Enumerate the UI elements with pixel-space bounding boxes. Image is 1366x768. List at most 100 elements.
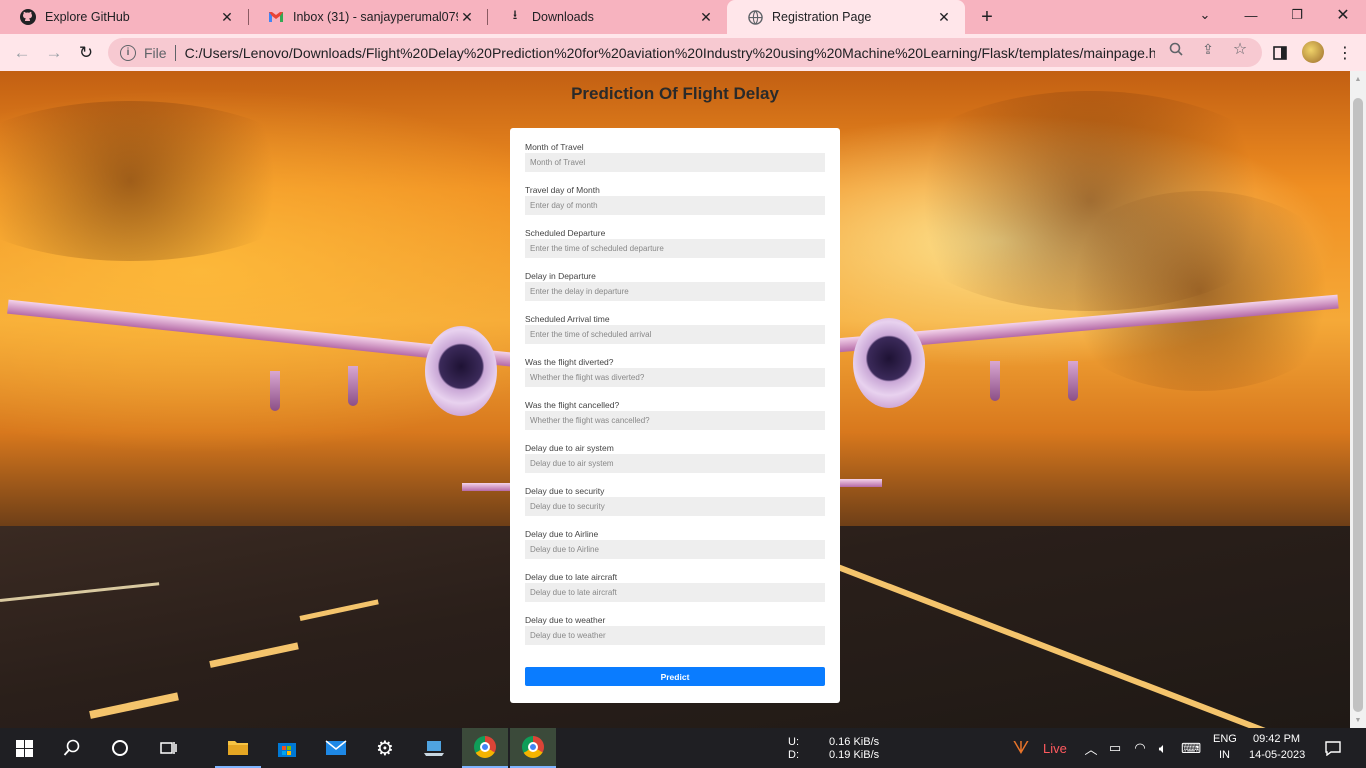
tab-downloads[interactable]: ⭳ Downloads ✕ — [487, 0, 727, 34]
close-icon[interactable]: ✕ — [935, 8, 953, 26]
windows-start-icon[interactable] — [1, 728, 47, 768]
chrome-app-icon[interactable] — [462, 728, 508, 768]
reload-icon[interactable]: ↻ — [73, 40, 99, 66]
address-bar[interactable]: i File C:/Users/Lenovo/Downloads/Flight%… — [108, 38, 1262, 67]
flight-delay-form: Month of Travel Travel day of Month Sche… — [510, 128, 840, 703]
airline-delay-input[interactable] — [525, 540, 825, 559]
browser-toolbar: ← → ↻ i File C:/Users/Lenovo/Downloads/F… — [0, 34, 1366, 71]
task-view-icon[interactable] — [145, 728, 191, 768]
tab-search-chevron-icon[interactable]: ⌄ — [1182, 0, 1228, 30]
info-icon[interactable]: i — [120, 44, 136, 61]
keyboard-icon[interactable]: ⌨ — [1178, 728, 1204, 768]
scrollbar-thumb[interactable] — [1353, 98, 1363, 712]
close-icon[interactable]: ✕ — [218, 8, 236, 26]
microsoft-store-icon[interactable] — [264, 728, 310, 768]
cancelled-input[interactable] — [525, 411, 825, 430]
side-panel-icon[interactable] — [1270, 43, 1290, 63]
close-icon[interactable]: ✕ — [458, 8, 476, 26]
restore-button[interactable]: ❐ — [1274, 0, 1320, 30]
field-airline-delay: Delay due to Airline — [525, 529, 825, 572]
scroll-up-arrow-icon[interactable]: ▲ — [1350, 71, 1366, 87]
weather-delay-input[interactable] — [525, 626, 825, 645]
tab-strip: Explore GitHub ✕ Inbox (31) - sanjayperu… — [0, 0, 1366, 34]
tab-title: Explore GitHub — [45, 10, 130, 24]
close-icon[interactable]: ✕ — [697, 8, 715, 26]
airplane-engine — [853, 318, 925, 408]
mail-icon[interactable] — [313, 728, 359, 768]
upload-label: U: — [788, 736, 799, 748]
profile-avatar[interactable] — [1302, 41, 1324, 63]
tab-explore-github[interactable]: Explore GitHub ✕ — [0, 0, 248, 34]
new-tab-button[interactable]: + — [976, 6, 998, 28]
tab-registration-page[interactable]: Registration Page ✕ — [727, 0, 965, 34]
minimize-button[interactable]: — — [1228, 0, 1274, 30]
clock-date[interactable]: 14-05-2023 — [1249, 749, 1305, 761]
air-system-delay-input[interactable] — [525, 454, 825, 473]
url-text[interactable]: C:/Users/Lenovo/Downloads/Flight%20Delay… — [185, 45, 1155, 61]
security-delay-input[interactable] — [525, 497, 825, 516]
field-label: Delay due to weather — [525, 615, 606, 625]
tab-gmail-inbox[interactable]: Inbox (31) - sanjayperumal079@ ✕ — [248, 0, 488, 34]
month-of-travel-input[interactable] — [525, 153, 825, 172]
chrome-logo-icon — [522, 736, 544, 758]
menu-kebab-icon[interactable]: ⋮ — [1335, 43, 1355, 63]
field-label: Month of Travel — [525, 142, 584, 152]
field-travel-day: Travel day of Month — [525, 185, 825, 228]
field-scheduled-arrival: Scheduled Arrival time — [525, 314, 825, 357]
language-label[interactable]: ENG — [1213, 733, 1237, 745]
forward-arrow-icon[interactable]: → — [41, 40, 67, 66]
divider — [174, 44, 176, 61]
volume-icon[interactable]: 🔈︎ — [1152, 728, 1174, 768]
field-diverted: Was the flight diverted? — [525, 357, 825, 400]
github-icon — [20, 9, 36, 25]
field-label: Was the flight cancelled? — [525, 400, 620, 410]
zoom-search-icon[interactable] — [1168, 41, 1184, 57]
notification-icon[interactable] — [1318, 728, 1348, 768]
chevron-up-icon[interactable]: ︿ — [1080, 728, 1102, 768]
field-security-delay: Delay due to security — [525, 486, 825, 529]
live-wallpaper-icon[interactable]: ᗐ — [1005, 728, 1037, 768]
gmail-icon — [268, 9, 284, 25]
field-scheduled-departure: Scheduled Departure — [525, 228, 825, 271]
field-label: Scheduled Arrival time — [525, 314, 610, 324]
tab-title: Downloads — [532, 10, 594, 24]
scheduled-arrival-input[interactable] — [525, 325, 825, 344]
tab-title: Inbox (31) - sanjayperumal079@ — [293, 10, 458, 24]
delay-in-departure-input[interactable] — [525, 282, 825, 301]
field-label: Travel day of Month — [525, 185, 600, 195]
network-upload-speed: 0.16 KiB/s — [829, 736, 880, 748]
battery-icon[interactable]: ▭ — [1104, 728, 1126, 768]
clock-time[interactable]: 09:42 PM — [1253, 733, 1300, 745]
field-air-system-delay: Delay due to air system — [525, 443, 825, 486]
cortana-icon[interactable] — [97, 728, 143, 768]
page-scrollbar[interactable]: ▲ ▼ — [1350, 71, 1366, 728]
predict-button[interactable]: Predict — [525, 667, 825, 686]
scheduled-departure-input[interactable] — [525, 239, 825, 258]
field-late-aircraft-delay: Delay due to late aircraft — [525, 572, 825, 615]
file-explorer-icon[interactable] — [215, 728, 261, 768]
late-aircraft-delay-input[interactable] — [525, 583, 825, 602]
window-close-button[interactable]: ✕ — [1320, 0, 1366, 30]
chrome-profile-app-icon[interactable] — [510, 728, 556, 768]
globe-icon — [747, 9, 763, 25]
bookmark-star-icon[interactable]: ☆ — [1232, 41, 1248, 58]
share-icon[interactable]: ⇪ — [1200, 41, 1216, 57]
field-weather-delay: Delay due to weather — [525, 615, 825, 658]
laptop-app-icon[interactable] — [411, 728, 457, 768]
field-label: Scheduled Departure — [525, 228, 606, 238]
windows-taskbar: ⚙ U: D: 0.16 KiB/s 0.19 KiB/s ᗐ Live ︿ ▭… — [0, 728, 1366, 768]
wifi-icon[interactable]: ◠ — [1128, 728, 1152, 768]
search-icon[interactable] — [49, 728, 95, 768]
region-label[interactable]: IN — [1219, 749, 1230, 761]
field-label: Was the flight diverted? — [525, 357, 614, 367]
diverted-input[interactable] — [525, 368, 825, 387]
airplane-tail — [462, 483, 510, 491]
live-label[interactable]: Live — [1043, 741, 1067, 756]
page-title: Prediction Of Flight Delay — [571, 84, 779, 103]
back-arrow-icon[interactable]: ← — [9, 40, 35, 66]
download-icon: ⭳ — [512, 7, 518, 22]
travel-day-input[interactable] — [525, 196, 825, 215]
settings-gear-icon[interactable]: ⚙ — [362, 728, 408, 768]
field-label: Delay due to late aircraft — [525, 572, 618, 582]
scroll-down-arrow-icon[interactable]: ▼ — [1350, 712, 1366, 728]
